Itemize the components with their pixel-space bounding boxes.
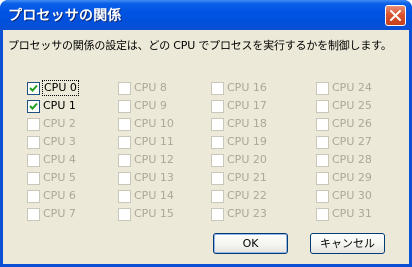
close-button[interactable]	[385, 5, 406, 26]
checkbox	[27, 136, 40, 149]
cpu-label: CPU 0	[42, 80, 79, 96]
checkbox	[211, 118, 224, 131]
cpu-label: CPU 11	[134, 135, 174, 148]
checkbox	[27, 172, 40, 185]
ok-button[interactable]: OK	[213, 233, 288, 254]
checkmark-icon	[29, 84, 38, 92]
cpu-label: CPU 29	[332, 171, 372, 184]
checkbox	[316, 154, 329, 167]
dialog-body: プロセッサの関係の設定は、どの CPU でプロセスを実行するかを制御します。 C…	[3, 30, 409, 264]
cpu-label: CPU 2	[43, 117, 76, 130]
checkbox	[316, 190, 329, 203]
cpu-label: CPU 19	[227, 135, 267, 148]
close-icon	[390, 10, 401, 21]
cpu-label: CPU 17	[227, 99, 267, 112]
cpu-label: CPU 20	[227, 153, 267, 166]
cpu-label: CPU 21	[227, 171, 267, 184]
cpu-label: CPU 24	[332, 81, 372, 94]
checkbox	[316, 100, 329, 113]
title-bar[interactable]: プロセッサの関係	[0, 0, 412, 30]
cpu-label: CPU 25	[332, 99, 372, 112]
checkbox	[211, 100, 224, 113]
cpu-label: CPU 31	[332, 207, 372, 220]
cpu-label: CPU 6	[43, 189, 76, 202]
checkbox	[27, 118, 40, 131]
cpu-label: CPU 13	[134, 171, 174, 184]
cpu-label: CPU 12	[134, 153, 174, 166]
checkbox	[211, 82, 224, 95]
checkbox	[118, 100, 131, 113]
checkbox	[316, 82, 329, 95]
cpu-label: CPU 15	[134, 207, 174, 220]
checkbox	[316, 118, 329, 131]
cpu-label: CPU 5	[43, 171, 76, 184]
checkbox	[118, 172, 131, 185]
checkbox	[316, 208, 329, 221]
checkbox	[118, 136, 131, 149]
cpu-label: CPU 27	[332, 135, 372, 148]
checkbox	[316, 136, 329, 149]
checkbox	[211, 172, 224, 185]
checkbox	[27, 190, 40, 203]
window-title: プロセッサの関係	[8, 8, 122, 24]
checkbox	[211, 208, 224, 221]
cpu-label: CPU 23	[227, 207, 267, 220]
checkbox	[211, 154, 224, 167]
checkbox[interactable]	[27, 100, 40, 113]
checkbox	[316, 172, 329, 185]
cpu-label: CPU 26	[332, 117, 372, 130]
checkbox	[118, 208, 131, 221]
cpu-label: CPU 4	[43, 153, 76, 166]
checkbox	[211, 190, 224, 203]
cpu-label: CPU 30	[332, 189, 372, 202]
checkbox	[211, 136, 224, 149]
cpu-label: CPU 8	[134, 81, 167, 94]
cpu-label: CPU 9	[134, 99, 167, 112]
cancel-button[interactable]: キャンセル	[310, 233, 385, 254]
checkbox	[27, 154, 40, 167]
checkbox	[118, 154, 131, 167]
cpu-label: CPU 28	[332, 153, 372, 166]
cpu-label: CPU 10	[134, 117, 174, 130]
checkbox	[118, 82, 131, 95]
cpu-label: CPU 16	[227, 81, 267, 94]
processor-affinity-dialog: プロセッサの関係 プロセッサの関係の設定は、どの CPU でプロセスを実行するか…	[0, 0, 412, 267]
cpu-label: CPU 3	[43, 135, 76, 148]
checkbox	[118, 118, 131, 131]
checkbox	[118, 190, 131, 203]
checkbox[interactable]	[27, 82, 40, 95]
cpu-label: CPU 14	[134, 189, 174, 202]
cpu-label: CPU 22	[227, 189, 267, 202]
checkbox	[27, 208, 40, 221]
cpu-label: CPU 18	[227, 117, 267, 130]
cpu-label: CPU 7	[43, 207, 76, 220]
cpu-label: CPU 1	[43, 99, 76, 112]
checkmark-icon	[29, 102, 38, 110]
description-text: プロセッサの関係の設定は、どの CPU でプロセスを実行するかを制御します。	[8, 39, 392, 52]
